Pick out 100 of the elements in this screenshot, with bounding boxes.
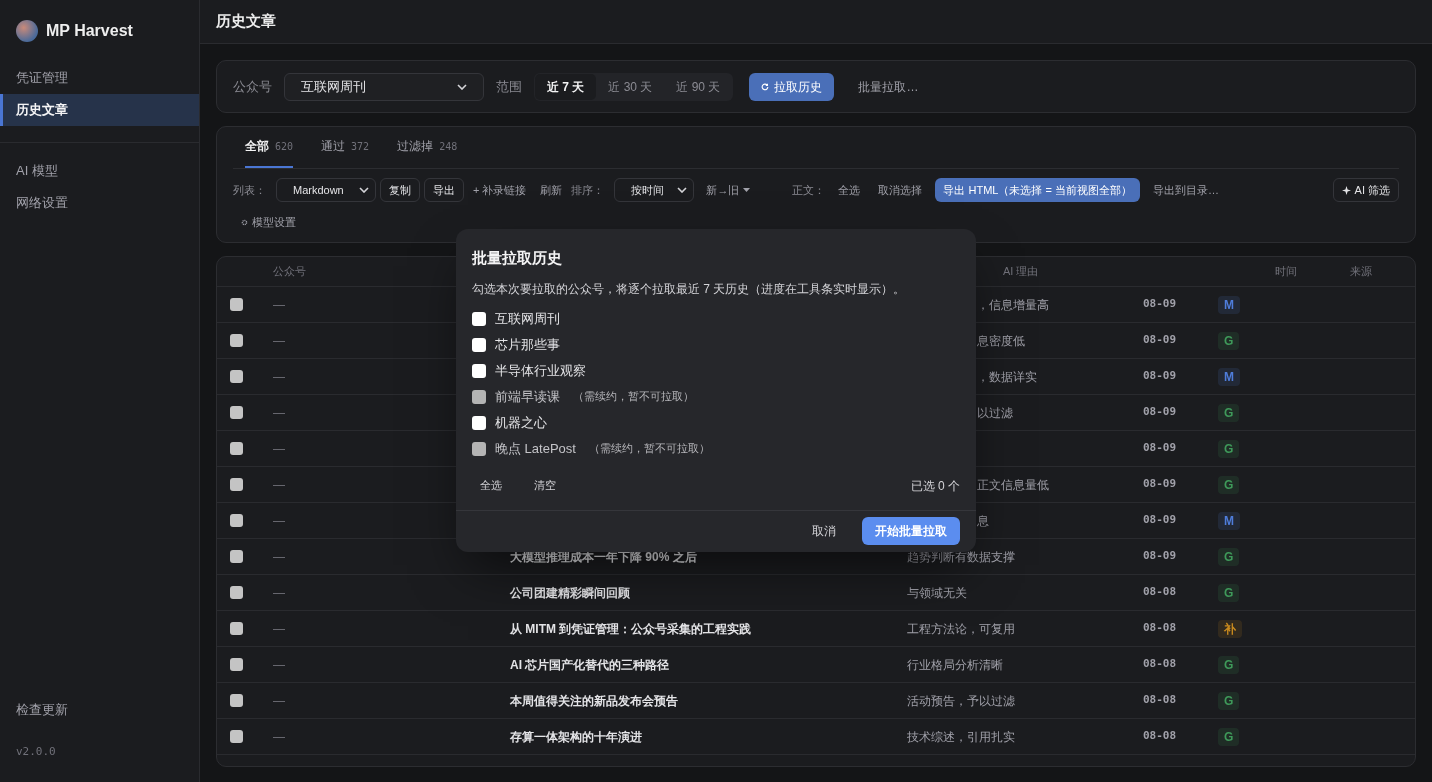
- row-checkbox[interactable]: [230, 370, 243, 383]
- table-cell-text: 08-08: [1143, 728, 1178, 745]
- refresh-button[interactable]: 刷新: [535, 181, 568, 199]
- table-cell-text: 息密度低: [977, 332, 1026, 350]
- account-select[interactable]: 互联网周刊: [284, 72, 484, 101]
- chevron-icon: [359, 187, 369, 193]
- row-checkbox[interactable]: [230, 298, 243, 311]
- filter-tab[interactable]: 全部 620: [245, 126, 294, 168]
- source-tag: G: [1218, 439, 1240, 458]
- row-checkbox[interactable]: [230, 442, 243, 455]
- row-checkbox[interactable]: [230, 550, 243, 563]
- ai-filter-button[interactable]: AI 筛选: [1332, 178, 1399, 202]
- table-cell-text: ，信息增量高: [977, 296, 1050, 314]
- range-option[interactable]: 近 7 天: [535, 73, 597, 100]
- row-checkbox[interactable]: [230, 514, 243, 527]
- account-note: （需续约，暂不可拉取）: [588, 441, 710, 457]
- export-button[interactable]: 导出: [424, 178, 464, 202]
- logo-icon: [16, 20, 38, 42]
- table-cell-text: —: [273, 692, 286, 710]
- row-checkbox[interactable]: [230, 334, 243, 347]
- clear-button[interactable]: 清空: [526, 473, 564, 498]
- caret-icon: [743, 188, 751, 192]
- sidebar-item[interactable]: AI 模型: [0, 155, 199, 187]
- account-name: 前端早读课: [495, 387, 560, 406]
- row-checkbox[interactable]: [230, 406, 243, 419]
- sidebar-item[interactable]: 网络设置: [0, 187, 199, 219]
- row-checkbox[interactable]: [230, 730, 243, 743]
- range-label: 范围: [496, 77, 522, 96]
- article-title: AI 芯片国产化替代的三种路径: [510, 656, 671, 674]
- row-checkbox[interactable]: [230, 694, 243, 707]
- table-cell-text: 趋势判断有数据支撑: [907, 548, 1016, 566]
- table-cell-text: 正文信息量低: [977, 476, 1050, 494]
- article-title: 存算一体架构的十年演进: [510, 728, 643, 746]
- format-select[interactable]: Markdown: [276, 178, 376, 202]
- row-checkbox[interactable]: [230, 586, 243, 599]
- sidebar-item[interactable]: 历史文章: [0, 94, 199, 126]
- account-note: （需续约，暂不可拉取）: [573, 389, 694, 405]
- sort-select[interactable]: 按时间: [614, 178, 695, 202]
- version-label: v2.0.0: [15, 743, 57, 760]
- chevron-icon: [677, 187, 688, 193]
- checkbox[interactable]: [472, 337, 486, 352]
- source-tag: G: [1218, 655, 1240, 674]
- add-link-button[interactable]: + 补录链接: [468, 181, 532, 199]
- select-all-button[interactable]: 全选: [472, 473, 510, 498]
- batch-fetch-link[interactable]: 批量拉取…: [858, 77, 919, 96]
- table-cell-text: 行业格局分析清晰: [907, 656, 1004, 674]
- table-cell-text: 以过滤: [977, 404, 1014, 422]
- table-cell-text: —: [273, 584, 286, 602]
- table-cell-text: 08-09: [1143, 512, 1178, 529]
- table-cell-text: 08-09: [1143, 368, 1178, 385]
- body-label: 正文：: [792, 182, 826, 198]
- checkbox[interactable]: [472, 311, 486, 326]
- gear-icon: [241, 218, 248, 226]
- dialog-title: 批量拉取历史: [472, 248, 563, 268]
- export-html-button[interactable]: 导出 HTML（未选择 = 当前视图全部）: [935, 178, 1141, 202]
- list-label: 列表：: [233, 182, 266, 198]
- source-tag: M: [1218, 295, 1240, 314]
- table-cell-text: 息: [977, 512, 990, 530]
- row-checkbox[interactable]: [230, 622, 243, 635]
- check-update-link[interactable]: 检查更新: [0, 700, 199, 720]
- table-cell-text: —: [273, 656, 286, 674]
- source-tag: G: [1218, 475, 1240, 494]
- app-name: MP Harvest: [46, 21, 133, 41]
- range-option[interactable]: 近 90 天: [664, 73, 733, 100]
- table-cell-text: 08-08: [1143, 692, 1178, 709]
- column-header: 时间: [1275, 264, 1298, 280]
- table-cell-text: —: [273, 368, 286, 386]
- filter-tab[interactable]: 通过 372: [321, 126, 370, 168]
- checkbox[interactable]: [472, 363, 486, 378]
- selected-count: 已选 0 个: [910, 477, 960, 495]
- deselect-button[interactable]: 取消选择: [873, 181, 928, 199]
- table-cell-text: 08-08: [1143, 584, 1178, 601]
- fetch-history-button[interactable]: 拉取历史: [749, 72, 835, 101]
- select-all-button[interactable]: 全选: [833, 181, 866, 199]
- table-cell-text: —: [273, 728, 286, 746]
- table-cell-text: 活动预告，予以过滤: [907, 692, 1016, 710]
- checkbox[interactable]: [472, 415, 486, 430]
- sort-order-dropdown[interactable]: 新→旧: [698, 181, 759, 199]
- source-tag: G: [1218, 583, 1240, 602]
- source-tag: G: [1218, 403, 1240, 422]
- table-cell-text: —: [273, 440, 286, 458]
- table-cell-text: —: [273, 512, 286, 530]
- row-checkbox[interactable]: [230, 478, 243, 491]
- source-tag: 补: [1218, 619, 1242, 638]
- sidebar-item[interactable]: 凭证管理: [0, 62, 199, 94]
- filter-tab[interactable]: 过滤掉 248: [397, 126, 458, 168]
- cancel-button[interactable]: 取消: [800, 517, 848, 546]
- source-tag: G: [1218, 331, 1240, 350]
- article-title: 公司团建精彩瞬间回顾: [510, 584, 631, 602]
- account-name: 机器之心: [495, 413, 547, 432]
- range-option[interactable]: 近 30 天: [596, 73, 665, 100]
- account-name: 晚点 LatePost: [495, 439, 576, 458]
- row-checkbox[interactable]: [230, 658, 243, 671]
- refresh-icon: [761, 82, 770, 91]
- model-settings-link[interactable]: 模型设置: [241, 213, 296, 231]
- table-cell-text: —: [273, 476, 286, 494]
- page-title: 历史文章: [216, 11, 276, 32]
- export-to-folder-button[interactable]: 导出到目录…: [1148, 181, 1225, 199]
- account-name: 半导体行业观察: [495, 361, 586, 380]
- copy-button[interactable]: 复制: [380, 178, 420, 202]
